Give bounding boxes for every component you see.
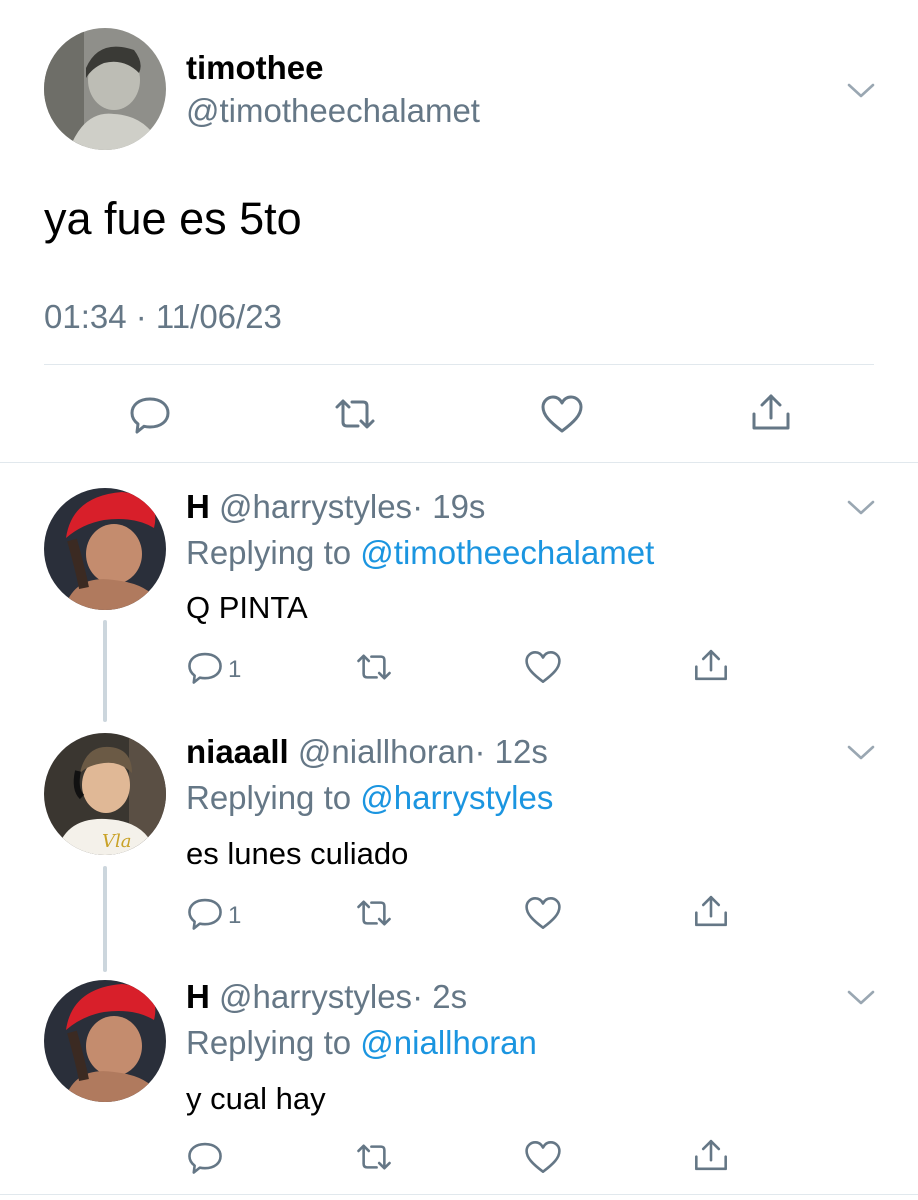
reply-header: niaaall @niallhoran· 12s bbox=[186, 733, 548, 771]
thread-line bbox=[103, 866, 107, 972]
reply-header: H @harrystyles· 2s bbox=[186, 978, 467, 1016]
chevron-down-icon[interactable] bbox=[846, 79, 876, 101]
share-icon[interactable] bbox=[692, 892, 730, 930]
avatar[interactable] bbox=[44, 28, 166, 150]
tweet-text: y cual hay bbox=[186, 1081, 326, 1116]
timestamp[interactable]: · 19s bbox=[412, 488, 485, 525]
retweet-icon[interactable] bbox=[355, 648, 393, 686]
handle[interactable]: @niallhoran bbox=[298, 733, 475, 770]
like-icon[interactable] bbox=[524, 894, 562, 932]
replying-to: Replying to @harrystyles bbox=[186, 779, 554, 816]
reply-count: 1 bbox=[228, 902, 242, 929]
replying-to: Replying to @timotheechalamet bbox=[186, 534, 655, 571]
avatar[interactable]: Vla bbox=[44, 733, 166, 855]
display-name[interactable]: H bbox=[186, 978, 210, 1015]
like-icon[interactable] bbox=[524, 1138, 562, 1176]
display-name[interactable]: timothee bbox=[186, 49, 324, 87]
chevron-down-icon[interactable] bbox=[846, 986, 876, 1008]
avatar[interactable] bbox=[44, 980, 166, 1102]
svg-text:Vla: Vla bbox=[102, 831, 132, 852]
tweet-text: es lunes culiado bbox=[186, 836, 409, 871]
section-divider bbox=[0, 462, 918, 463]
bottom-divider bbox=[0, 1194, 918, 1195]
mention-link[interactable]: @harrystyles bbox=[360, 779, 553, 816]
tweet-text: ya fue es 5to bbox=[44, 193, 302, 244]
handle[interactable]: @timotheechalamet bbox=[186, 92, 480, 130]
like-icon[interactable] bbox=[524, 648, 562, 686]
reply-icon[interactable] bbox=[128, 392, 172, 436]
avatar[interactable] bbox=[44, 488, 166, 610]
mention-link[interactable]: @timotheechalamet bbox=[360, 534, 654, 571]
timestamp[interactable]: 01:34 · 11/06/23 bbox=[44, 298, 282, 336]
handle[interactable]: @harrystyles bbox=[219, 488, 412, 525]
reply-count: 1 bbox=[228, 656, 242, 683]
share-icon[interactable] bbox=[692, 646, 730, 684]
retweet-icon[interactable] bbox=[355, 894, 393, 932]
chevron-down-icon[interactable] bbox=[846, 496, 876, 518]
divider bbox=[44, 364, 874, 365]
timestamp[interactable]: · 2s bbox=[412, 978, 467, 1015]
mention-link[interactable]: @niallhoran bbox=[360, 1024, 537, 1061]
like-icon[interactable] bbox=[540, 392, 584, 436]
reply-icon[interactable] bbox=[186, 1138, 224, 1176]
chevron-down-icon[interactable] bbox=[846, 741, 876, 763]
thread-line bbox=[103, 620, 107, 722]
handle[interactable]: @harrystyles bbox=[219, 978, 412, 1015]
timestamp[interactable]: · 12s bbox=[475, 733, 548, 770]
reply-header: H @harrystyles· 19s bbox=[186, 488, 485, 526]
reply-icon[interactable] bbox=[186, 648, 224, 686]
tweet-text: Q PINTA bbox=[186, 590, 308, 625]
retweet-icon[interactable] bbox=[333, 392, 377, 436]
display-name[interactable]: H bbox=[186, 488, 210, 525]
display-name[interactable]: niaaall bbox=[186, 733, 289, 770]
replying-to: Replying to @niallhoran bbox=[186, 1024, 537, 1061]
share-icon[interactable] bbox=[749, 390, 793, 434]
retweet-icon[interactable] bbox=[355, 1138, 393, 1176]
share-icon[interactable] bbox=[692, 1136, 730, 1174]
reply-icon[interactable] bbox=[186, 894, 224, 932]
